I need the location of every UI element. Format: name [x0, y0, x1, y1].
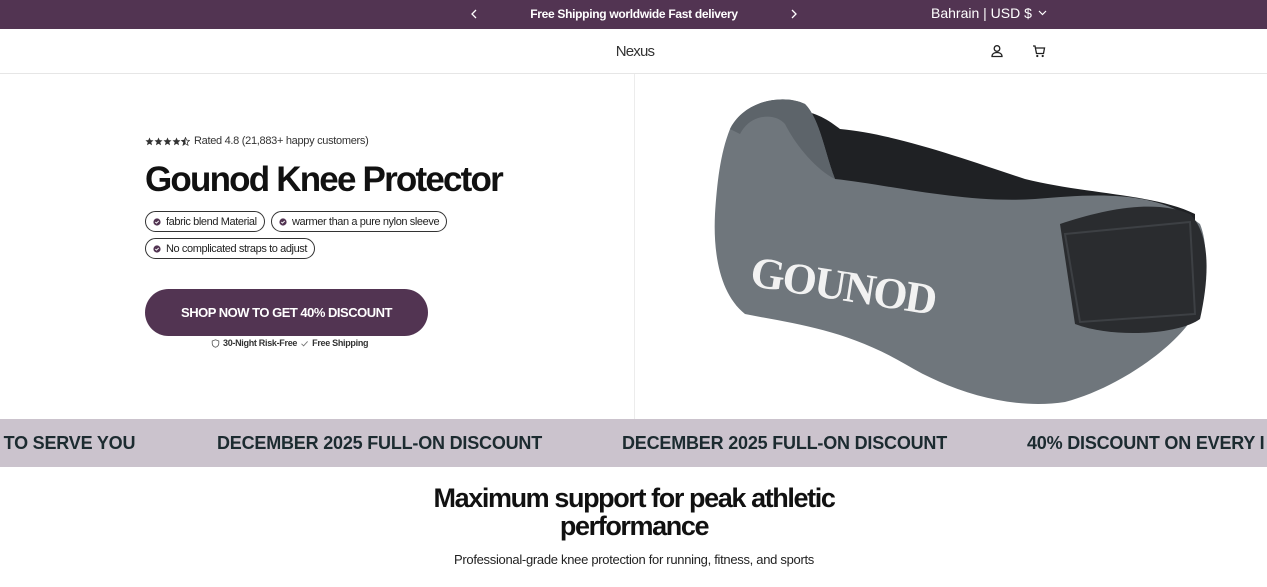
shield-icon: [211, 338, 220, 348]
chevron-left-icon[interactable]: [468, 7, 480, 21]
site-header: Nexus: [0, 29, 1267, 74]
star-icon: [172, 136, 181, 145]
product-image: GOUNOD: [635, 74, 1267, 419]
rating-row: Rated 4.8 (21,883+ happy customers): [145, 135, 369, 147]
product-title: Gounod Knee Protector: [145, 160, 504, 199]
chevron-down-icon: [1038, 10, 1047, 16]
cart-icon[interactable]: [1031, 43, 1047, 59]
chevron-right-icon[interactable]: [788, 7, 800, 21]
check-badge-icon: [153, 244, 161, 253]
marquee-item: DECEMBER 2025 FULL-ON DISCOUNT: [217, 433, 543, 453]
assurance-row: 30-Night Risk-Free Free Shipping: [211, 338, 369, 348]
feature-label: fabric blend Material: [166, 215, 257, 228]
feature-pill: fabric blend Material: [145, 211, 265, 232]
locale-label: Bahrain | USD $: [931, 5, 1032, 21]
feature-label: warmer than a pure nylon sleeve: [292, 215, 440, 228]
star-rating: [145, 136, 190, 146]
marquee-item: DECEMBER 2025 FULL-ON DISCOUNT: [622, 433, 948, 453]
shop-now-button[interactable]: SHOP NOW TO GET 40% DISCOUNT: [145, 289, 428, 336]
check-icon: [301, 340, 309, 346]
marquee-item: 40% DISCOUNT ON EVERY I: [1027, 433, 1265, 453]
announcement-bar: Free Shipping worldwide Fast delivery Ba…: [0, 0, 1267, 29]
feature-pill: No complicated straps to adjust: [145, 238, 316, 259]
locale-selector[interactable]: Bahrain | USD $: [931, 5, 1047, 21]
star-icon: [163, 136, 172, 145]
star-icon: [145, 136, 154, 145]
check-badge-icon: [153, 217, 161, 226]
marquee-item: D TO SERVE YOU: [0, 433, 136, 453]
user-icon[interactable]: [989, 43, 1005, 59]
feature-label: No complicated straps to adjust: [166, 242, 308, 255]
site-logo[interactable]: Nexus: [600, 43, 670, 60]
section-subtitle: Professional-grade knee protection for r…: [453, 552, 814, 567]
feature-pill: warmer than a pure nylon sleeve: [271, 211, 448, 232]
promo-marquee: D TO SERVE YOU DECEMBER 2025 FULL-ON DIS…: [0, 419, 1267, 467]
announcement-message: Free Shipping worldwide Fast delivery: [530, 7, 738, 21]
rating-text: Rated 4.8 (21,883+ happy customers): [194, 135, 369, 147]
star-icon: [154, 136, 163, 145]
half-star-icon: [181, 136, 190, 146]
section-title: Maximum support for peak athletic perfor…: [433, 483, 836, 541]
risk-free-label: 30-Night Risk-Free: [223, 338, 298, 348]
hero-content: [0, 74, 634, 419]
check-badge-icon: [279, 217, 287, 226]
free-shipping-label: Free Shipping: [312, 338, 369, 348]
